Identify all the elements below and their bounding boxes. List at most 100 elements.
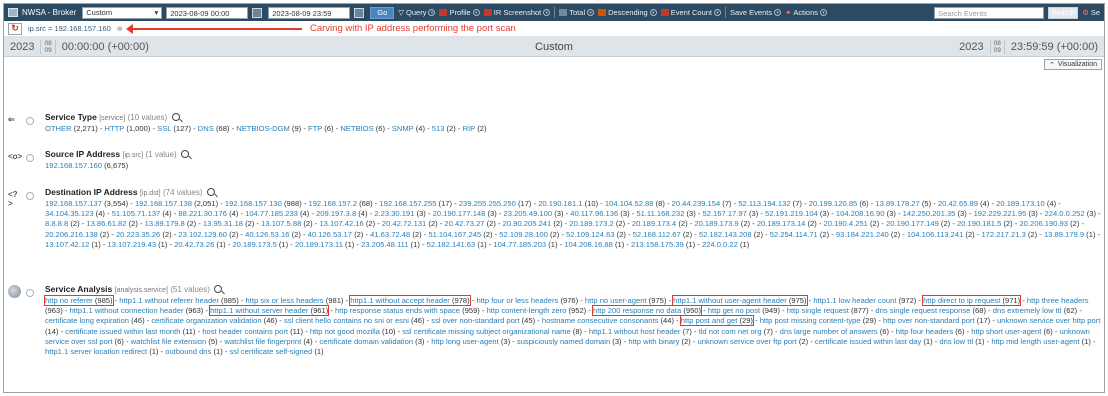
meta-value-link[interactable]: SNMP	[392, 124, 414, 133]
meta-value-item[interactable]: http response status ends with space (95…	[335, 306, 480, 315]
meta-value-link[interactable]: http no user-agent	[585, 296, 647, 305]
meta-value-item[interactable]: 20.42.73.27 (2)	[444, 219, 496, 228]
meta-value-item[interactable]: 104.106.113.241 (2)	[907, 230, 975, 239]
meta-value-item[interactable]: outbound dns (1)	[165, 347, 222, 356]
meta-value-link[interactable]: ssl over non-standard port	[431, 316, 519, 325]
meta-value-link[interactable]: http four or less headers	[476, 296, 558, 305]
meta-value-link[interactable]: http content-length zero	[487, 306, 567, 315]
meta-value-item[interactable]: host header contains port (11)	[202, 327, 303, 336]
meta-value-link[interactable]: 52.113.194.132	[738, 199, 790, 208]
meta-value-link[interactable]: 20.42.65.89	[938, 199, 978, 208]
meta-value-item[interactable]: 142.250.201.35 (3)	[903, 209, 967, 218]
meta-value-item[interactable]: 192.168.157.255 (17)	[379, 199, 452, 208]
meta-value-item[interactable]: 52.182.143.208 (2)	[699, 230, 763, 239]
meta-value-item[interactable]: 224.0.0.22 (1)	[702, 240, 749, 249]
meta-value-item[interactable]: NETBIOS (6)	[340, 124, 385, 133]
meta-value-link[interactable]: 20.44.239.154	[672, 199, 721, 208]
meta-value-item[interactable]: http over non-standard port (17)	[883, 316, 990, 325]
meta-value-link[interactable]: hostname consecutive consonants	[542, 316, 659, 325]
meta-value-link[interactable]: http mid length user-agent	[991, 337, 1079, 346]
meta-value-item[interactable]: http not good mozilla (10)	[310, 327, 396, 336]
meta-value-item[interactable]: http mid length user-agent (1)	[991, 337, 1091, 346]
meta-value-item[interactable]: http four headers (6)	[896, 327, 965, 336]
go-button[interactable]: Go	[370, 6, 395, 19]
meta-value-link[interactable]: 20.206.190.93	[1019, 219, 1068, 228]
meta-value-item[interactable]: tld not com net org (7)	[699, 327, 773, 336]
meta-value-link[interactable]: 104.77.185.233	[245, 209, 298, 218]
meta-value-item[interactable]: 104.208.16.90 (3)	[836, 209, 896, 218]
meta-value-item[interactable]: 52.167.17.97 (3)	[703, 209, 759, 218]
query-filter[interactable]: ip.src = 192.168.157.160	[28, 24, 111, 33]
meta-value-item[interactable]: http four or less headers (976)	[476, 296, 578, 305]
meta-value-item[interactable]: ssl certificate missing subject organiza…	[402, 327, 582, 336]
meta-value-link[interactable]: 104.77.185.203	[493, 240, 546, 249]
meta-value-link[interactable]: http direct to ip request	[923, 296, 1000, 305]
meta-value-link[interactable]: 52.168.112.67	[633, 230, 681, 239]
meta-value-link[interactable]: http single request	[787, 306, 849, 315]
meta-value-link[interactable]: host header contains port	[202, 327, 288, 336]
meta-value-link[interactable]: 192.168.157.138	[135, 199, 192, 208]
meta-value-item[interactable]: 192.168.157.130 (988)	[225, 199, 302, 208]
meta-value-item[interactable]: 20.206.190.93 (2)	[1019, 219, 1079, 228]
start-time[interactable]: 00:00:00 (+00:00)	[56, 41, 155, 53]
meta-value-item[interactable]: 13.107.5.88 (2)	[261, 219, 313, 228]
meta-value-item[interactable]: http content-length zero (952)	[487, 306, 587, 315]
meta-value-item[interactable]: unknown service over ftp port (2)	[698, 337, 809, 346]
meta-value-link[interactable]: http not good mozilla	[310, 327, 380, 336]
meta-value-link[interactable]: http1.1 low header count	[813, 296, 896, 305]
meta-value-link[interactable]: 20.42.73.27	[444, 219, 484, 228]
meta-value-link[interactable]: 20.190.177.148	[433, 209, 486, 218]
meta-value-link[interactable]: tld not com net org	[699, 327, 762, 336]
meta-value-item[interactable]: 52.109.28.100 (2)	[499, 230, 559, 239]
meta-value-item[interactable]: 104.208.16.88 (1)	[564, 240, 624, 249]
meta-value-link[interactable]: certificate organization validation	[151, 316, 261, 325]
meta-value-item[interactable]: 51.104.167.245 (2)	[428, 230, 492, 239]
meta-value-item[interactable]: 224.0.0.252 (3)	[1045, 209, 1097, 218]
meta-value-link[interactable]: outbound dns	[165, 347, 211, 356]
meta-value-link[interactable]: 13.95.31.18	[203, 219, 243, 228]
meta-value-link[interactable]: ssl certificate missing subject organiza…	[402, 327, 570, 336]
meta-value-link[interactable]: certificate long expiration	[45, 316, 129, 325]
meta-value-link[interactable]: 104.104.52.88	[605, 199, 654, 208]
start-year[interactable]: 2023	[4, 41, 40, 53]
descending-menu[interactable]: Descending ▾	[598, 8, 657, 17]
meta-value-link[interactable]: 41.63.72.48	[370, 230, 410, 239]
end-month-day[interactable]: 08 09	[989, 39, 1005, 54]
meta-value-item[interactable]: HTTP (1,000)	[105, 124, 151, 133]
meta-value-link[interactable]: http four headers	[896, 327, 953, 336]
meta-value-item[interactable]: http1.1 without referer header (985)	[119, 296, 238, 305]
meta-value-link[interactable]: http post and get	[681, 316, 738, 325]
meta-value-link[interactable]: 209.197.3.8	[316, 209, 356, 218]
meta-value-item[interactable]: 192.229.221.95 (3)	[974, 209, 1038, 218]
meta-value-link[interactable]: 20.223.35.26	[116, 230, 160, 239]
meta-value-link[interactable]: 20.199.120.85	[809, 199, 858, 208]
collapse-toggle-icon[interactable]	[26, 192, 34, 200]
meta-value-item[interactable]: 20.189.173.2 (2)	[569, 219, 625, 228]
meta-value-link[interactable]: 23.205.48.111	[361, 240, 408, 249]
meta-value-item[interactable]: http post and get (29)	[679, 315, 754, 327]
meta-value-link[interactable]: http three headers	[1027, 296, 1089, 305]
meta-value-link[interactable]: 13.107.219.43	[107, 240, 156, 249]
meta-value-link[interactable]: 13.107.5.88	[261, 219, 301, 228]
meta-value-link[interactable]: 13.89.179.8	[145, 219, 185, 228]
meta-value-item[interactable]: http six or less headers (981)	[246, 296, 344, 305]
meta-value-item[interactable]: http post missing content-type (29)	[760, 316, 877, 325]
meta-value-item[interactable]: http direct to ip request (971)	[922, 295, 1022, 306]
search-icon[interactable]	[206, 188, 215, 196]
meta-value-link[interactable]: 20.190.181.5	[957, 219, 1001, 228]
meta-value-item[interactable]: 172.217.21.3 (2)	[981, 230, 1037, 239]
meta-value-item[interactable]: 20.189.173.4 (2)	[632, 219, 688, 228]
meta-value-link[interactable]: dns large number of answers	[780, 327, 878, 336]
collapse-toggle-icon[interactable]	[26, 117, 34, 125]
meta-value-item[interactable]: 513 (2)	[432, 124, 456, 133]
meta-value-item[interactable]: dns single request response (68)	[875, 306, 986, 315]
end-time[interactable]: 23:59:59 (+00:00)	[1005, 41, 1104, 53]
meta-value-item[interactable]: 40.126.53.17 (2)	[308, 230, 364, 239]
meta-value-link[interactable]: OTHER	[45, 124, 72, 133]
meta-value-item[interactable]: 13.86.61.82 (2)	[86, 219, 138, 228]
meta-value-item[interactable]: RIP (2)	[463, 124, 487, 133]
meta-value-item[interactable]: 13.107.219.43 (1)	[107, 240, 167, 249]
meta-value-link[interactable]: 513	[432, 124, 445, 133]
start-date-field[interactable]: 2023-08-09 00:00	[166, 6, 249, 19]
meta-value-item[interactable]: dns extremely low ttl (62)	[993, 306, 1077, 315]
